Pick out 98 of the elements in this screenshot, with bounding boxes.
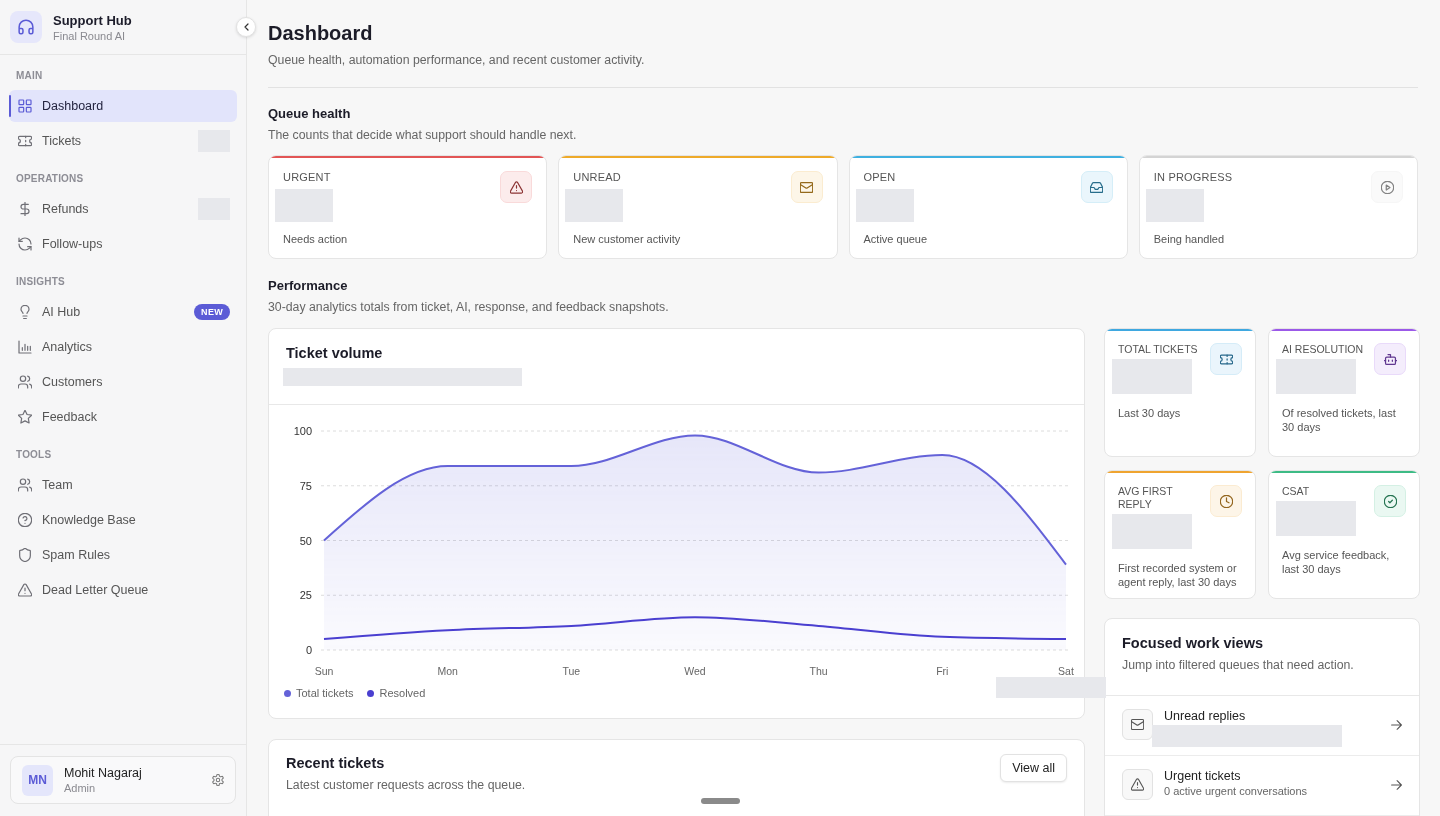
chart-title: Ticket volume	[286, 344, 384, 362]
legend-label: Total tickets	[296, 686, 354, 700]
warning-icon	[1122, 769, 1153, 800]
card-description: Latest customer requests across the queue.	[286, 777, 526, 793]
user-role: Admin	[64, 781, 97, 795]
axis-label: Fri	[936, 665, 949, 677]
warning-icon	[500, 171, 533, 203]
ticket-icon	[1210, 343, 1242, 375]
metric-label: AVG FIRST REPLY	[1118, 485, 1174, 511]
play-icon	[1371, 171, 1403, 203]
arrow-right-icon	[1391, 720, 1402, 730]
user-name: Mohit Nagaraj	[64, 765, 143, 781]
card-title: Recent tickets	[286, 754, 386, 772]
view-subtitle: 0 active urgent conversations	[1164, 784, 1309, 798]
metric-caption: Of resolved tickets, last 30 days	[1282, 406, 1397, 434]
card-title: Focused work views	[1122, 634, 1265, 652]
avatar-initials: MN	[22, 764, 53, 796]
stat-caption: New customer activity	[573, 233, 682, 246]
stat-label: OPEN	[863, 171, 897, 183]
nav-item[interactable]: Dead Letter Queue	[9, 574, 237, 606]
lightbulb-icon	[18, 305, 32, 319]
axis-label: 100	[293, 425, 312, 437]
arrow-right-icon	[1391, 780, 1402, 790]
nav-item[interactable]: Follow-ups	[9, 228, 237, 260]
stat-label: URGENT	[283, 171, 332, 183]
nav-item[interactable]: Analytics	[9, 331, 237, 363]
nav-item[interactable]: Refunds	[9, 193, 237, 225]
page-subtitle: Queue health, automation performance, and recent customer activity.	[268, 52, 646, 68]
dollar-icon	[18, 202, 32, 216]
users-icon	[18, 375, 32, 389]
refresh-icon	[18, 237, 32, 251]
shield-icon	[18, 548, 32, 562]
axis-label: 25	[299, 589, 312, 602]
stat-caption: Active queue	[863, 233, 929, 246]
chevron-left-icon	[243, 23, 249, 31]
nav-item[interactable]: Knowledge Base	[9, 504, 237, 536]
metric-caption: Avg service feedback, last 30 days	[1282, 548, 1391, 576]
metric-label: AI RESOLUTION	[1282, 343, 1365, 356]
view-title: Unread replies	[1164, 708, 1247, 724]
axis-label: Sun	[314, 665, 334, 677]
clock-icon	[1210, 485, 1242, 517]
inbox-icon	[1080, 171, 1113, 203]
axis-label: 50	[299, 534, 312, 547]
nav-item[interactable]: Tickets	[9, 125, 237, 157]
robot-icon	[1374, 343, 1406, 375]
star-icon	[18, 410, 32, 424]
nav-item[interactable]: Feedback	[9, 401, 237, 433]
user-profile-card[interactable]: MN Mohit Nagaraj Admin	[10, 756, 236, 804]
nav-item[interactable]: Team	[9, 469, 237, 501]
nav-item[interactable]: Spam Rules	[9, 539, 237, 571]
users-icon	[18, 478, 32, 492]
stat-label: IN PROGRESS	[1153, 171, 1234, 183]
section-label: INSIGHTS	[15, 276, 66, 288]
mail-icon	[1122, 709, 1153, 740]
axis-label: 75	[299, 479, 312, 492]
metric-caption: Last 30 days	[1118, 406, 1182, 420]
section-label: MAIN	[15, 70, 44, 82]
section-description: 30-day analytics totals from ticket, AI, response, and feedback snapshots.	[268, 299, 670, 315]
headphones-icon	[10, 11, 42, 43]
stat-label: UNREAD	[573, 171, 622, 183]
page-title: Dashboard	[268, 21, 374, 46]
nav-item[interactable]: AI Hub NEW	[9, 296, 237, 328]
legend-label: Resolved	[379, 686, 426, 700]
app-name: Support Hub	[53, 11, 132, 29]
axis-label: Mon	[437, 665, 458, 677]
work-view-row[interactable]: Urgent tickets 0 active urgent conversations	[1105, 756, 1419, 816]
section-title: Queue health	[268, 106, 352, 122]
workspace-name: Final Round AI	[53, 28, 127, 43]
axis-label: Thu	[809, 665, 828, 677]
nav-item[interactable]: Customers	[9, 366, 237, 398]
bar-chart-icon	[18, 340, 32, 354]
view-all-button[interactable]: View all	[1000, 754, 1067, 782]
nav-item[interactable]: Dashboard	[9, 90, 237, 122]
section-title: Performance	[268, 278, 349, 294]
axis-label: 0	[305, 644, 312, 656]
ticket-icon	[18, 134, 32, 148]
metric-label: TOTAL TICKETS	[1118, 343, 1199, 356]
collapse-sidebar-button[interactable]	[236, 17, 256, 37]
section-label: TOOLS	[15, 449, 53, 461]
help-icon	[18, 513, 32, 527]
new-badge: NEW	[194, 304, 230, 320]
metric-caption: First recorded system or agent reply, last 30 days	[1118, 561, 1238, 589]
drag-handle-icon[interactable]	[701, 798, 740, 804]
mail-icon	[790, 171, 823, 203]
section-label: OPERATIONS	[15, 173, 85, 185]
settings-icon[interactable]	[212, 774, 224, 786]
grid-icon	[18, 99, 32, 113]
metric-label: CSAT	[1282, 485, 1311, 498]
stat-caption: Needs action	[283, 233, 349, 246]
view-title: Urgent tickets	[1164, 768, 1242, 784]
axis-label: Sat	[1058, 665, 1074, 677]
section-description: The counts that decide what support should handle next.	[268, 127, 578, 143]
axis-label: Wed	[684, 665, 706, 677]
work-view-row[interactable]: Unread replies	[1105, 696, 1419, 756]
warning-icon	[18, 583, 32, 597]
card-description: Jump into filtered queues that need action.	[1122, 657, 1355, 673]
stat-caption: Being handled	[1153, 233, 1226, 246]
axis-label: Tue	[562, 665, 581, 677]
